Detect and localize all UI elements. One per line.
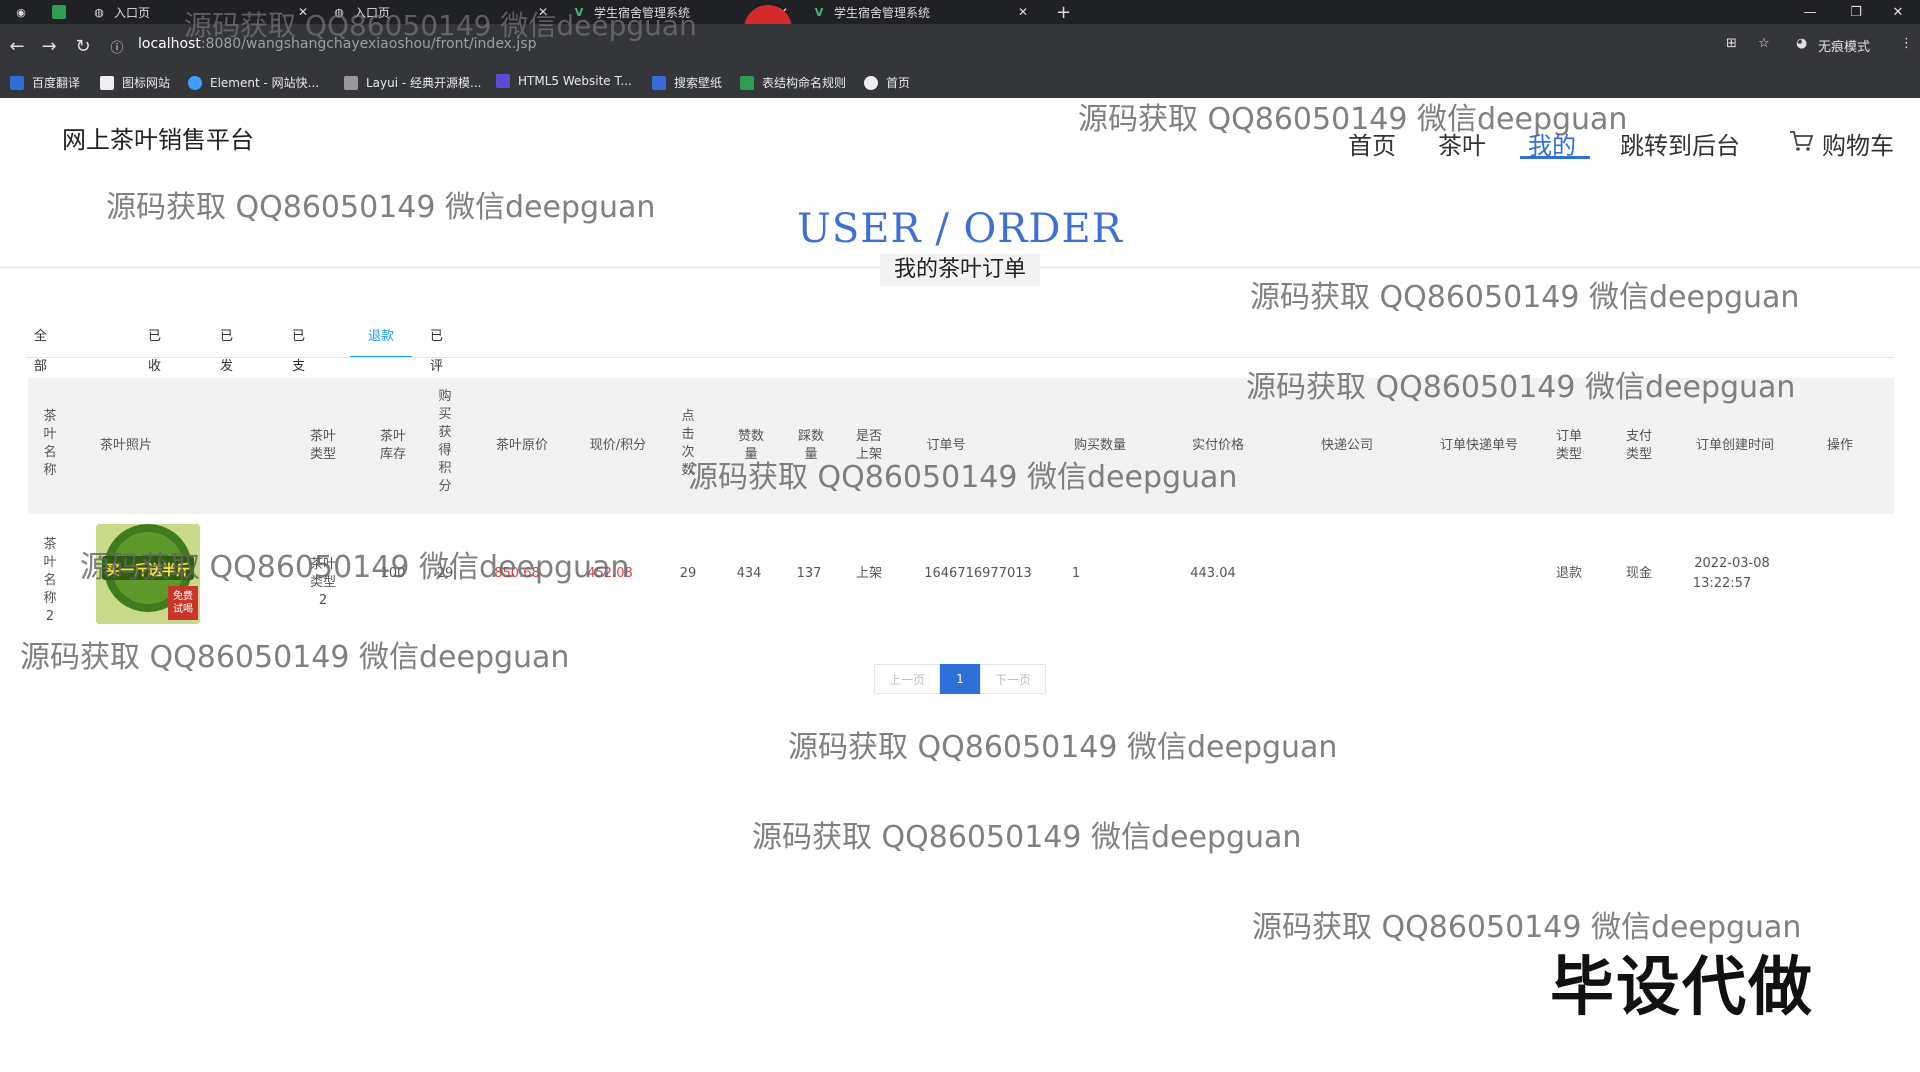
bookmark-item[interactable]: 搜索壁纸 (652, 74, 722, 91)
browser-menu-icon[interactable]: ◉ (14, 0, 36, 24)
bookmark-item[interactable]: HTML5 Website T... (496, 74, 632, 88)
wallpaper-icon (652, 75, 666, 90)
layui-icon (344, 75, 358, 90)
tabs-divider (26, 357, 1894, 358)
restore-icon[interactable]: ❐ (1834, 0, 1878, 24)
bookmark-item[interactable]: 百度翻译 (10, 74, 80, 91)
new-tab-button[interactable]: + (1056, 0, 1071, 24)
menu-icon[interactable]: ⋮ (1900, 36, 1913, 51)
nav-admin[interactable]: 跳转到后台 (1620, 126, 1740, 161)
nav-cart[interactable]: 购物车 (1822, 126, 1894, 161)
cell-order-no: 1646716977013 (924, 566, 1032, 581)
globe-icon: ◍ (94, 5, 104, 19)
tab-reviewed[interactable]: 已评价 (422, 322, 451, 404)
bookmark-item[interactable]: 表结构命名规则 (740, 74, 846, 91)
tab-4[interactable]: V 学生宿舍管理系统 ✕ (812, 0, 1032, 24)
incognito-icon[interactable]: ◕ (1796, 36, 1807, 51)
cell-name: 茶叶名称2 (43, 537, 57, 624)
forward-icon[interactable]: → (38, 35, 60, 57)
th-price: 现价/积分 (589, 438, 647, 453)
th-orig-price: 茶叶原价 (495, 438, 548, 453)
tab-pinned[interactable] (52, 0, 74, 24)
cell-on-sale: 上架 (855, 566, 882, 581)
thumb-badge: 免费试喝 (173, 591, 193, 615)
translate-icon[interactable]: ⊞ (1726, 36, 1737, 51)
prev-page-button[interactable]: 上一页 (874, 664, 940, 694)
site-title[interactable]: 网上茶叶销售平台 (62, 120, 254, 155)
cell-created-date: 2022-03-08 (1694, 556, 1770, 571)
watermark: 源码获取 QQ86050149 微信deepguan (752, 820, 1302, 855)
next-page-button[interactable]: 下一页 (980, 664, 1046, 694)
bookmark-item[interactable]: 首页 (864, 74, 910, 91)
bookmark-item[interactable]: 图标网站 (100, 74, 170, 91)
watermark: 源码获取 QQ86050149 微信deepguan (80, 550, 630, 585)
cell-pay-type: 现金 (1625, 566, 1652, 581)
watermark: 源码获取 QQ86050149 微信deepguan (106, 190, 656, 225)
close-window-icon[interactable]: ✕ (1876, 0, 1920, 24)
th-points: 购买获得积分 (438, 389, 452, 494)
minimize-icon[interactable]: — (1788, 0, 1832, 24)
th-order-type: 订单类型 (1555, 429, 1582, 462)
watermark: 源码获取 QQ86050149 微信deepguan (788, 730, 1338, 765)
cell-clicks: 29 (679, 566, 697, 581)
tab-close-icon[interactable]: ✕ (1018, 5, 1028, 19)
hero-title-cn: 我的茶叶订单 (880, 254, 1040, 286)
info-icon: ⓘ (110, 40, 124, 56)
sheet-icon (740, 75, 754, 90)
watermark: 源码获取 QQ86050149 微信deepguan (1078, 102, 1628, 137)
watermark: 源码获取 QQ86050149 微信deepguan (1250, 280, 1800, 315)
th-express-no: 订单快递单号 (1439, 438, 1518, 453)
html5-icon (496, 74, 510, 88)
cell-order-type: 退款 (1555, 566, 1582, 581)
th-created: 订单创建时间 (1695, 438, 1774, 453)
th-name: 茶叶名称 (43, 409, 57, 478)
reload-icon[interactable]: ↻ (72, 35, 94, 57)
cell-likes: 434 (736, 566, 762, 581)
watermark: 源码获取 QQ86050149 微信deepguan (184, 9, 697, 42)
watermark: 源码获取 QQ86050149 微信deepguan (688, 460, 1238, 495)
watermark: 源码获取 QQ86050149 微信deepguan (1246, 370, 1796, 405)
page-1-button[interactable]: 1 (940, 664, 980, 694)
stamp-text: 毕设代做 (1550, 951, 1814, 1025)
incognito-label[interactable]: 无痕模式 (1818, 36, 1870, 55)
th-express: 快递公司 (1320, 438, 1373, 453)
watermark: 源码获取 QQ86050149 微信deepguan (20, 640, 570, 675)
th-stock: 茶叶库存 (379, 429, 406, 462)
tab-received[interactable]: 已收货 (140, 322, 169, 404)
th-type: 茶叶类型 (309, 429, 336, 462)
tab-refund[interactable]: 退款 (350, 322, 412, 358)
tab-shipped[interactable]: 已发货 (212, 322, 241, 404)
translate-icon (10, 75, 24, 90)
cell-created-time: 13:22:57 (1692, 576, 1752, 591)
tab-paid[interactable]: 已支付 (284, 322, 313, 404)
bookmark-item[interactable]: Layui - 经典开源模... (344, 74, 481, 91)
cell-dislikes: 137 (796, 566, 822, 581)
bookmark-star-icon[interactable]: ☆ (1758, 36, 1770, 51)
globe-icon (864, 75, 878, 90)
back-icon[interactable]: ← (6, 35, 28, 57)
vue-icon: V (814, 5, 824, 19)
bookmark-item[interactable]: Element - 网站快... (188, 74, 319, 91)
th-pay-type: 支付类型 (1625, 429, 1652, 462)
th-photo: 茶叶照片 (99, 438, 152, 453)
cell-paid: 443.04 (1190, 566, 1236, 581)
flag-icon (100, 75, 114, 90)
cell-qty: 1 (1071, 566, 1081, 581)
th-actions: 操作 (1826, 438, 1853, 453)
cart-icon[interactable] (1788, 128, 1814, 154)
element-icon (188, 75, 202, 90)
nav-active-underline (1520, 156, 1590, 159)
tab-all-orders[interactable]: 全部茶叶订单 (26, 322, 55, 494)
